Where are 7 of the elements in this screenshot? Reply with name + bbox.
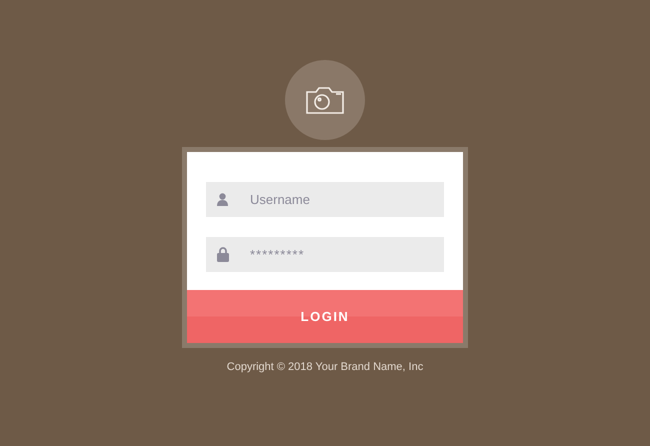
camera-icon xyxy=(305,85,345,115)
user-icon xyxy=(217,193,228,206)
login-button[interactable]: LOGIN xyxy=(187,290,463,343)
lock-icon xyxy=(217,247,229,262)
password-field[interactable]: ********* xyxy=(206,237,444,272)
username-field[interactable]: Username xyxy=(206,182,444,217)
copyright-text: Copyright © 2018 Your Brand Name, Inc xyxy=(226,360,424,375)
